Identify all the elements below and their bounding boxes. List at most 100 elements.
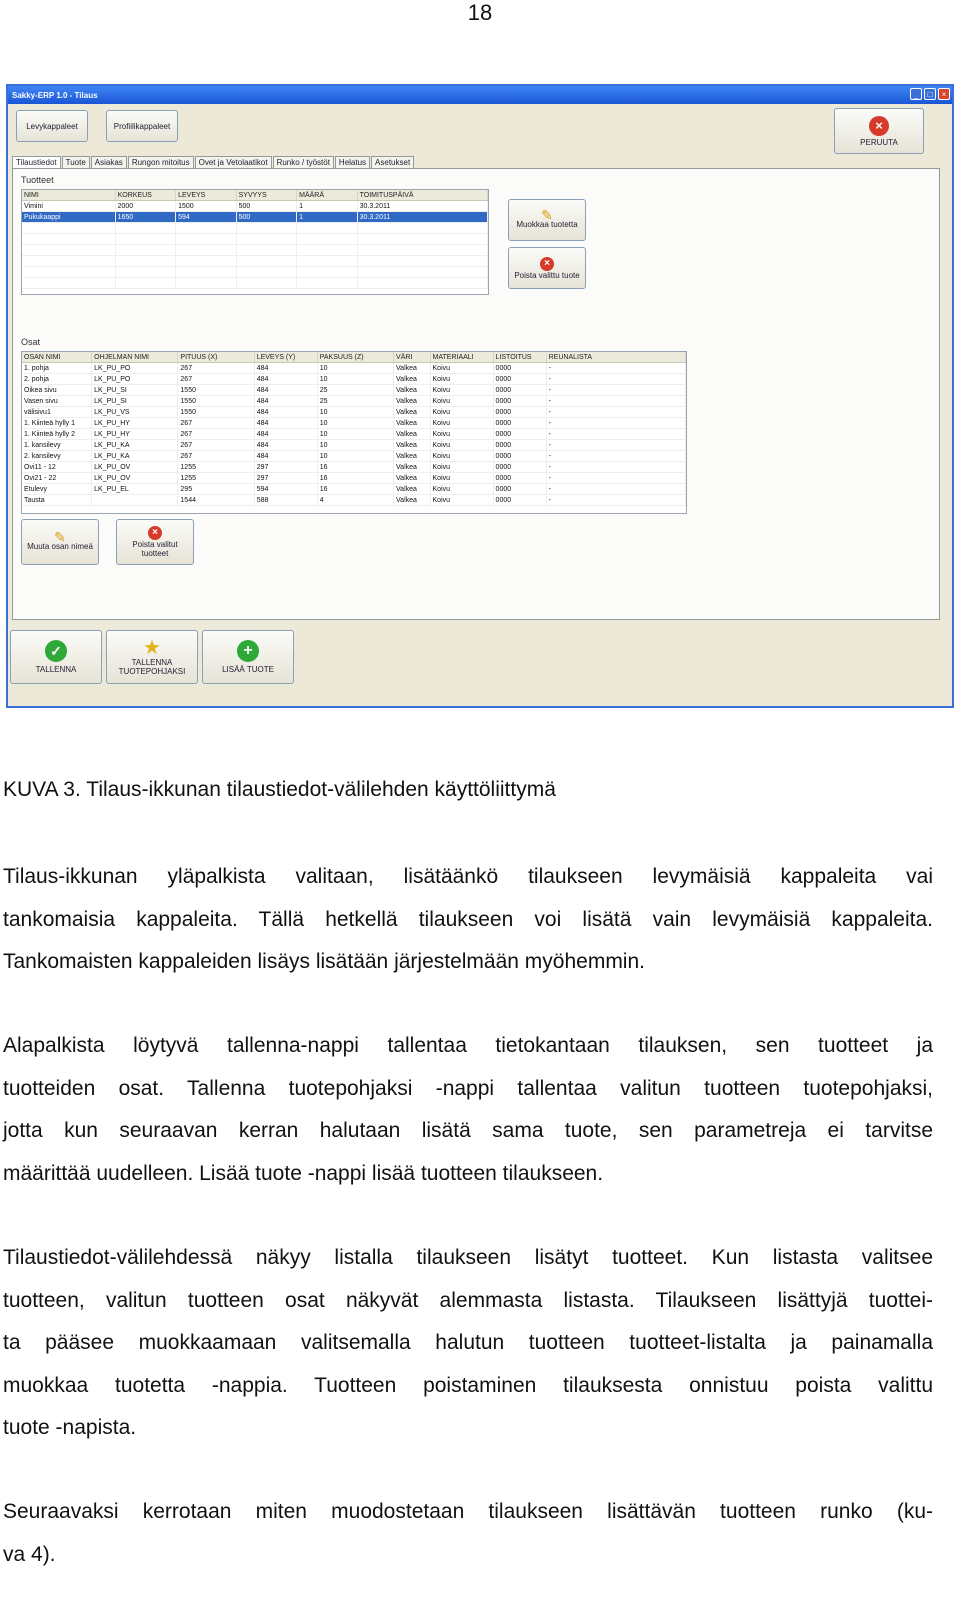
table-row[interactable]: Etulevy LK_PU_EL 295 594 16 Valkea Koivu 0000- bbox=[22, 483, 686, 495]
table-cell: - bbox=[546, 450, 686, 462]
table-cell: 0000 bbox=[493, 461, 547, 473]
table-cell bbox=[91, 494, 179, 506]
tuotteet-grid[interactable]: NIMI KORKEUS LEVEYS SYVYYS MÄÄRÄ TOIMITU… bbox=[21, 189, 489, 295]
table-cell: LK_PU_HY bbox=[91, 428, 179, 440]
maximize-icon[interactable]: □ bbox=[924, 88, 936, 100]
table-row[interactable]: 1. Kiinteä hylly 2 LK_PU_HY 267 484 10 Valkea… bbox=[22, 428, 686, 440]
column-header[interactable]: OSAN NIMI bbox=[22, 352, 93, 363]
table-row[interactable]: Vimini 2000 1500 500 1 30.3.2011 bbox=[22, 200, 488, 212]
paragraph-line: va 4). bbox=[3, 1542, 56, 1566]
table-cell: Ovi21 - 22 bbox=[22, 472, 93, 484]
table-row[interactable]: Oikea sivu LK_PU_SI 1550 484 25 Valkea Koivu 00… bbox=[22, 384, 686, 396]
table-row[interactable]: 2. pohja LK_PU_PO 267 484 10 Valkea Koivu 0000- bbox=[22, 373, 686, 385]
table-row[interactable]: 2. kansilevy LK_PU_KA 267 484 10 Valkea Koivu 0… bbox=[22, 450, 686, 462]
table-cell: 484 bbox=[254, 406, 318, 418]
column-header[interactable]: PITUUS (X) bbox=[177, 352, 255, 363]
table-cell: 484 bbox=[254, 362, 318, 374]
table-cell: - bbox=[546, 494, 686, 506]
tallenna-button[interactable]: ✓ TALLENNA bbox=[10, 630, 102, 684]
table-cell: Koivu bbox=[430, 472, 494, 484]
paragraph-line: tuote -napista. bbox=[3, 1416, 137, 1439]
table-cell: LK_PU_VS bbox=[91, 406, 179, 418]
column-header[interactable]: OHJELMAN NIMI bbox=[91, 352, 179, 363]
table-cell: Koivu bbox=[430, 384, 494, 396]
table-cell: LK_PU_HY bbox=[91, 417, 179, 429]
table-row-selected[interactable]: Pukukaappi 1650 594 500 1 30.3.2011 bbox=[22, 211, 488, 223]
column-header[interactable]: SYVYYS bbox=[236, 190, 298, 201]
table-cell: 0000 bbox=[493, 406, 547, 418]
table-cell: 500 bbox=[236, 211, 298, 223]
table-cell: 2000 bbox=[115, 200, 177, 212]
muuta-osan-nimea-label: Muuta osan nimeä bbox=[27, 542, 93, 551]
table-cell: 30.3.2011 bbox=[357, 211, 488, 223]
table-row[interactable]: 1. pohja LK_PU_PO 267 484 10 Valkea Koivu 0000- bbox=[22, 362, 686, 374]
table-cell: - bbox=[546, 406, 686, 418]
table-row[interactable]: Vasen sivu LK_PU_SI 1550 484 25 Valkea Koivu 00… bbox=[22, 395, 686, 407]
table-cell: 0000 bbox=[493, 483, 547, 495]
table-row[interactable]: Tausta 1544 588 4 Valkea Koivu 0000- bbox=[22, 494, 686, 506]
table-cell: 1650 bbox=[115, 211, 177, 223]
tab-tuote[interactable]: Tuote bbox=[61, 156, 90, 168]
tab-helatus[interactable]: Helatus bbox=[334, 156, 371, 168]
table-cell: - bbox=[546, 384, 686, 396]
table-cell: 1550 bbox=[177, 384, 255, 396]
peruuta-button[interactable]: × PERUUTA bbox=[834, 108, 924, 154]
table-cell: 0000 bbox=[493, 450, 547, 462]
column-header[interactable]: KORKEUS bbox=[115, 190, 177, 201]
minimize-icon[interactable]: _ bbox=[910, 88, 922, 100]
poista-valittu-tuote-label: Poista valittu tuote bbox=[514, 270, 580, 280]
poista-valittu-tuote-button[interactable]: × Poista valittu tuote bbox=[508, 247, 586, 289]
tab-asiakas[interactable]: Asiakas bbox=[90, 156, 127, 168]
table-cell: 1. kansilevy bbox=[22, 439, 93, 451]
paragraph-line: tuotteiden osat. Tallenna tuotepohjaksi … bbox=[3, 1076, 933, 1100]
tallenna-label: TALLENNA bbox=[35, 665, 77, 674]
tab-asetukset[interactable]: Asetukset bbox=[371, 156, 415, 168]
muuta-osan-nimea-button[interactable]: ✎ Muuta osan nimeä bbox=[21, 519, 99, 565]
close-icon[interactable]: × bbox=[938, 88, 950, 100]
table-cell: 30.3.2011 bbox=[357, 200, 488, 212]
table-cell: välisivu1 bbox=[22, 406, 93, 418]
column-header[interactable]: PAKSUUS (Z) bbox=[317, 352, 395, 363]
column-header[interactable]: LISTOITUS bbox=[493, 352, 547, 363]
column-header[interactable]: VÄRI bbox=[393, 352, 431, 363]
table-cell: Koivu bbox=[430, 362, 494, 374]
table-cell: 267 bbox=[177, 428, 255, 440]
table-cell: Valkea bbox=[393, 428, 431, 440]
muokkaa-tuotetta-button[interactable]: ✎ Muokkaa tuotetta bbox=[508, 199, 586, 241]
profiilikappaleet-button[interactable]: Profiilikappaleet bbox=[106, 110, 178, 142]
tab-tilaustiedot[interactable]: Tilaustiedot bbox=[12, 156, 61, 168]
table-cell: 0000 bbox=[493, 428, 547, 440]
tilaus-window: Sakky-ERP 1.0 - Tilaus _ □ × Levykappale… bbox=[6, 84, 954, 708]
table-cell: Koivu bbox=[430, 450, 494, 462]
column-header[interactable]: TOIMITUSPÄIVÄ bbox=[357, 190, 488, 201]
column-header[interactable]: LEVEYS (Y) bbox=[254, 352, 318, 363]
poista-valitut-label-line2: tuotteet bbox=[141, 549, 169, 558]
lisaa-tuote-button[interactable]: + LISÄÄ TUOTE bbox=[202, 630, 294, 684]
table-cell: - bbox=[546, 373, 686, 385]
column-header[interactable]: MÄÄRÄ bbox=[296, 190, 358, 201]
table-cell: 1550 bbox=[177, 395, 255, 407]
tab-runko-tyostot[interactable]: Runko / työstöt bbox=[272, 156, 334, 168]
table-row[interactable]: välisivu1 LK_PU_VS 1550 484 10 Valkea Koivu 000… bbox=[22, 406, 686, 418]
table-cell: 500 bbox=[236, 200, 298, 212]
poista-valitut-tuotteet-button[interactable]: × Poista valitut tuotteet bbox=[116, 519, 194, 565]
column-header[interactable]: MATERIAALI bbox=[430, 352, 494, 363]
window-titlebar: Sakky-ERP 1.0 - Tilaus bbox=[8, 86, 952, 104]
osat-grid[interactable]: OSAN NIMI OHJELMAN NIMI PITUUS (X) LEVEY… bbox=[21, 351, 687, 514]
table-row[interactable]: 1. Kiinteä hylly 1 LK_PU_HY 267 484 10 Valkea… bbox=[22, 417, 686, 429]
tallenna-tuotepohjaksi-button[interactable]: ★ TALLENNA TUOTEPOHJAKSI bbox=[106, 630, 198, 684]
table-cell: 0000 bbox=[493, 417, 547, 429]
column-header[interactable]: NIMI bbox=[22, 190, 116, 201]
tab-rungon-mitoitus[interactable]: Rungon mitoitus bbox=[127, 156, 194, 168]
table-row[interactable]: Ovi21 - 22 LK_PU_OV 1255 297 16 Valkea Koivu 00… bbox=[22, 472, 686, 484]
paragraph-line: Seuraavaksi kerrotaan miten muodostetaan… bbox=[3, 1500, 933, 1523]
levykappaleet-button[interactable]: Levykappaleet bbox=[16, 110, 88, 142]
column-header[interactable]: REUNALISTA bbox=[546, 352, 686, 363]
table-row[interactable]: Ovi11 - 12 LK_PU_OV 1255 297 16 Valkea Koivu 00… bbox=[22, 461, 686, 473]
table-cell: 267 bbox=[177, 373, 255, 385]
tab-ovet-ja-vetolaatikot[interactable]: Ovet ja Vetolaatikot bbox=[194, 156, 272, 168]
table-cell: LK_PU_KA bbox=[91, 450, 179, 462]
column-header[interactable]: LEVEYS bbox=[175, 190, 237, 201]
table-row[interactable]: 1. kansilevy LK_PU_KA 267 484 10 Valkea Koivu 0… bbox=[22, 439, 686, 451]
table-cell: - bbox=[546, 417, 686, 429]
